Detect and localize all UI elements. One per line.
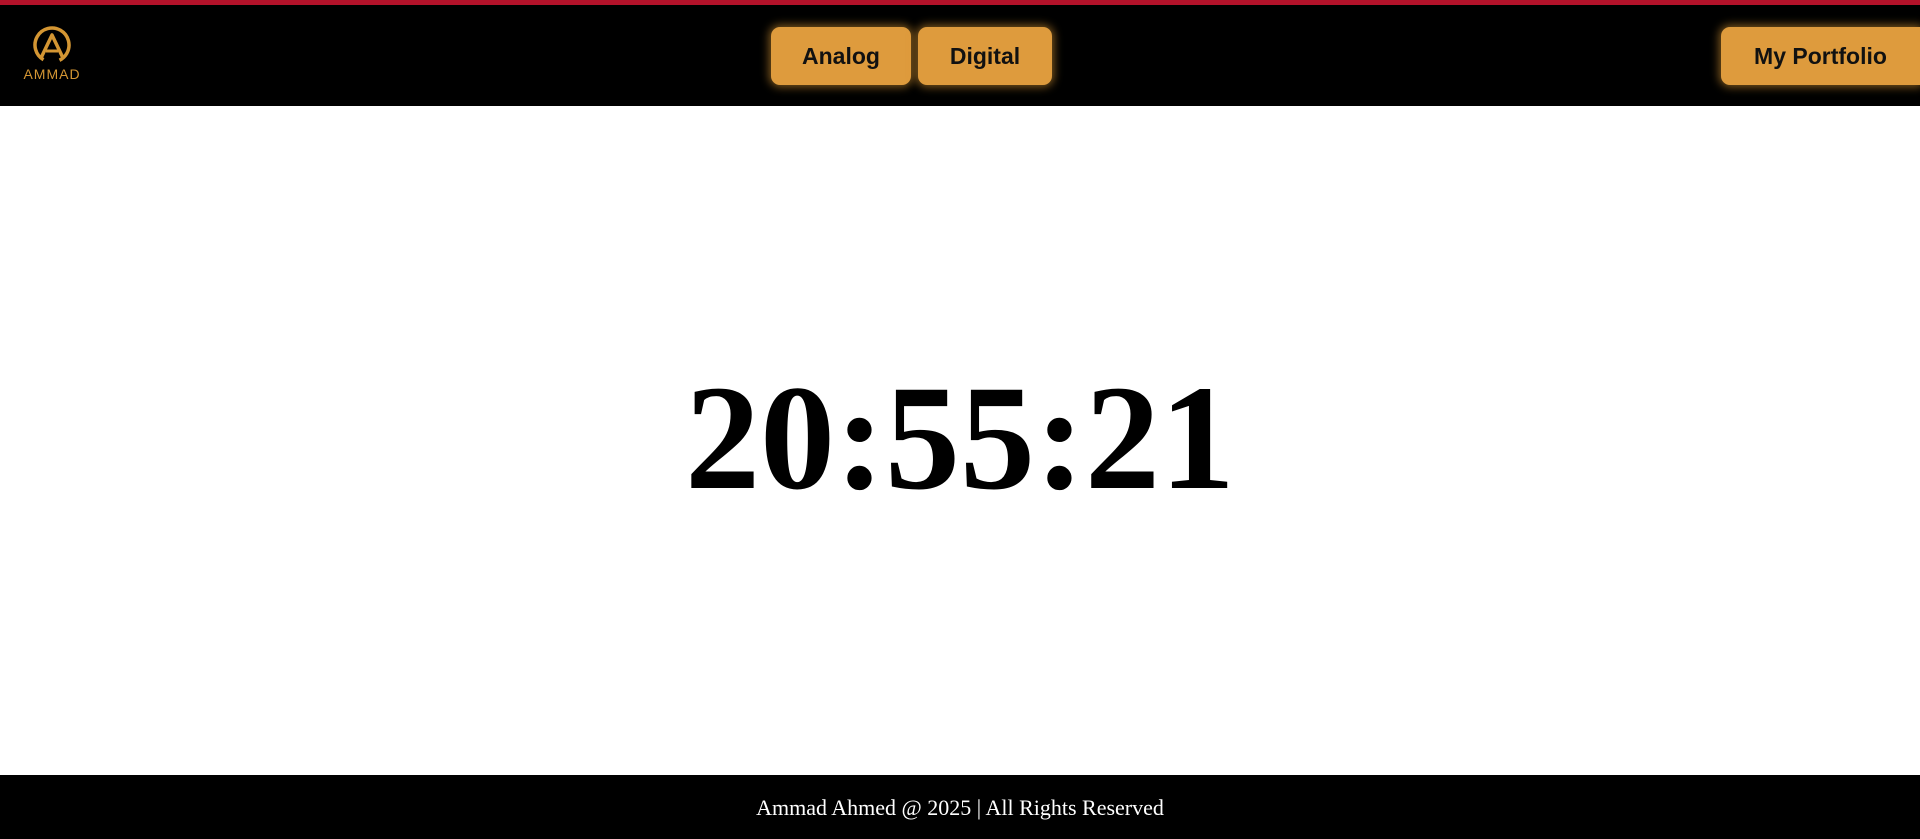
ammad-logo-icon bbox=[33, 26, 71, 64]
digital-clock-display: 20:55:21 bbox=[685, 355, 1235, 521]
page: AMMAD Analog Digital My Portfolio 20:55:… bbox=[0, 0, 1920, 839]
main-content: 20:55:21 bbox=[0, 106, 1920, 775]
footer-copyright: Ammad Ahmed @ 2025 | All Rights Reserved bbox=[756, 795, 1164, 820]
header-bar: AMMAD Analog Digital My Portfolio bbox=[0, 5, 1920, 106]
analog-button[interactable]: Analog bbox=[771, 27, 911, 85]
logo-text: AMMAD bbox=[23, 66, 81, 82]
digital-button[interactable]: Digital bbox=[918, 27, 1052, 85]
my-portfolio-button[interactable]: My Portfolio bbox=[1721, 27, 1920, 85]
logo[interactable]: AMMAD bbox=[17, 25, 87, 85]
footer-bar: Ammad Ahmed @ 2025 | All Rights Reserved bbox=[0, 775, 1920, 839]
